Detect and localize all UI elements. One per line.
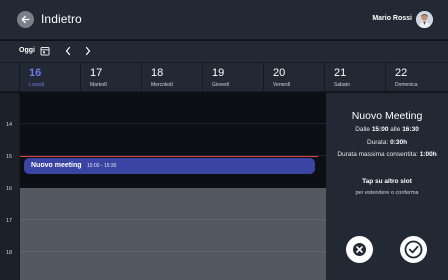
day-number: 22 <box>395 67 408 79</box>
hour-gridline <box>20 251 326 252</box>
today-button[interactable]: Oggi <box>19 47 35 54</box>
day-name: Lunedì <box>29 82 45 88</box>
day-number: 20 <box>273 67 286 79</box>
range-prefix: Dalle <box>355 126 370 133</box>
max-duration-value: 1:00h <box>419 151 437 158</box>
day-name: Giovedì <box>212 82 230 88</box>
day-column-header[interactable]: 21 Sabato <box>325 63 386 92</box>
day-column-header[interactable]: 18 Mercoledì <box>142 63 203 92</box>
day-column-header[interactable]: 20 Venerdì <box>264 63 325 92</box>
event-block[interactable]: Nuovo meeting 15:00 - 15:30 <box>24 158 315 174</box>
day-column-header[interactable]: 17 Martedì <box>81 63 142 92</box>
hour-label: 17 <box>6 218 13 224</box>
day-name: Mercoledì <box>151 82 173 88</box>
back-label[interactable]: Indietro <box>41 12 82 26</box>
close-icon <box>353 243 366 256</box>
hour-gridline <box>20 219 326 220</box>
back-button[interactable] <box>17 11 34 28</box>
hint-subtext: per estendere o conferma <box>355 190 419 196</box>
chevron-left-icon[interactable] <box>64 46 72 56</box>
hint-text: Tap su altro slot <box>362 178 412 185</box>
hour-label: 14 <box>6 122 13 128</box>
day-column-header[interactable]: 16 Lunedì <box>20 63 81 92</box>
week-days-header: 16 Lunedì 17 Martedì 18 Mercoledì 19 Gio… <box>0 62 448 92</box>
duration: Durata: 0:30h <box>326 139 448 146</box>
day-column-header[interactable]: 22 Domenica <box>386 63 448 92</box>
new-meeting-panel: Nuovo Meeting Dalle 15:00 alle 16:30 Dur… <box>326 93 448 280</box>
unavailable-slots <box>20 188 326 280</box>
calendar-icon[interactable] <box>40 46 50 56</box>
arrow-left-icon <box>21 15 30 24</box>
app-header: Indietro Mario Rossi <box>0 0 448 40</box>
calendar-toolbar: Oggi <box>0 41 448 62</box>
day-name: Domenica <box>395 82 418 88</box>
day-number: 16 <box>29 67 42 79</box>
user-avatar-icon <box>416 11 433 28</box>
day-number: 19 <box>212 67 225 79</box>
cancel-button[interactable] <box>346 236 373 263</box>
day-name: Martedì <box>90 82 107 88</box>
max-duration-label: Durata massima consentita: <box>337 151 418 158</box>
day-column-header[interactable]: 19 Giovedì <box>203 63 264 92</box>
chevron-right-icon[interactable] <box>84 46 92 56</box>
current-time-indicator <box>20 156 318 157</box>
time-range: Dalle 15:00 alle 16:30 <box>326 126 448 133</box>
event-title: Nuovo meeting <box>31 162 82 169</box>
check-icon <box>404 240 423 259</box>
max-duration: Durata massima consentita: 1:00h <box>326 151 448 158</box>
hour-label: 15 <box>6 154 13 160</box>
day-header-gutter <box>0 63 20 92</box>
hour-gridline <box>20 123 326 124</box>
day-name: Venerdì <box>273 82 291 88</box>
hour-label: 16 <box>6 186 13 192</box>
range-mid: alle <box>390 126 401 133</box>
day-number: 21 <box>334 67 347 79</box>
duration-value: 0:30h <box>390 139 408 146</box>
panel-title: Nuovo Meeting <box>351 110 423 122</box>
day-name: Sabato <box>334 82 350 88</box>
user-name: Mario Rossi <box>372 15 412 22</box>
hour-label: 18 <box>6 250 13 256</box>
avatar[interactable] <box>416 11 433 28</box>
confirm-button[interactable] <box>400 236 427 263</box>
day-number: 18 <box>151 67 164 79</box>
range-start: 15:00 <box>371 126 389 133</box>
duration-label: Durata: <box>366 139 389 146</box>
range-end: 16:30 <box>402 126 419 133</box>
time-gutter: 14 15 16 17 18 <box>0 93 20 280</box>
event-time: 15:00 - 15:30 <box>87 163 117 169</box>
day-number: 17 <box>90 67 103 79</box>
day-time-grid[interactable]: 14 15 16 17 18 Nuovo meeting 15:00 - 15:… <box>0 93 326 280</box>
